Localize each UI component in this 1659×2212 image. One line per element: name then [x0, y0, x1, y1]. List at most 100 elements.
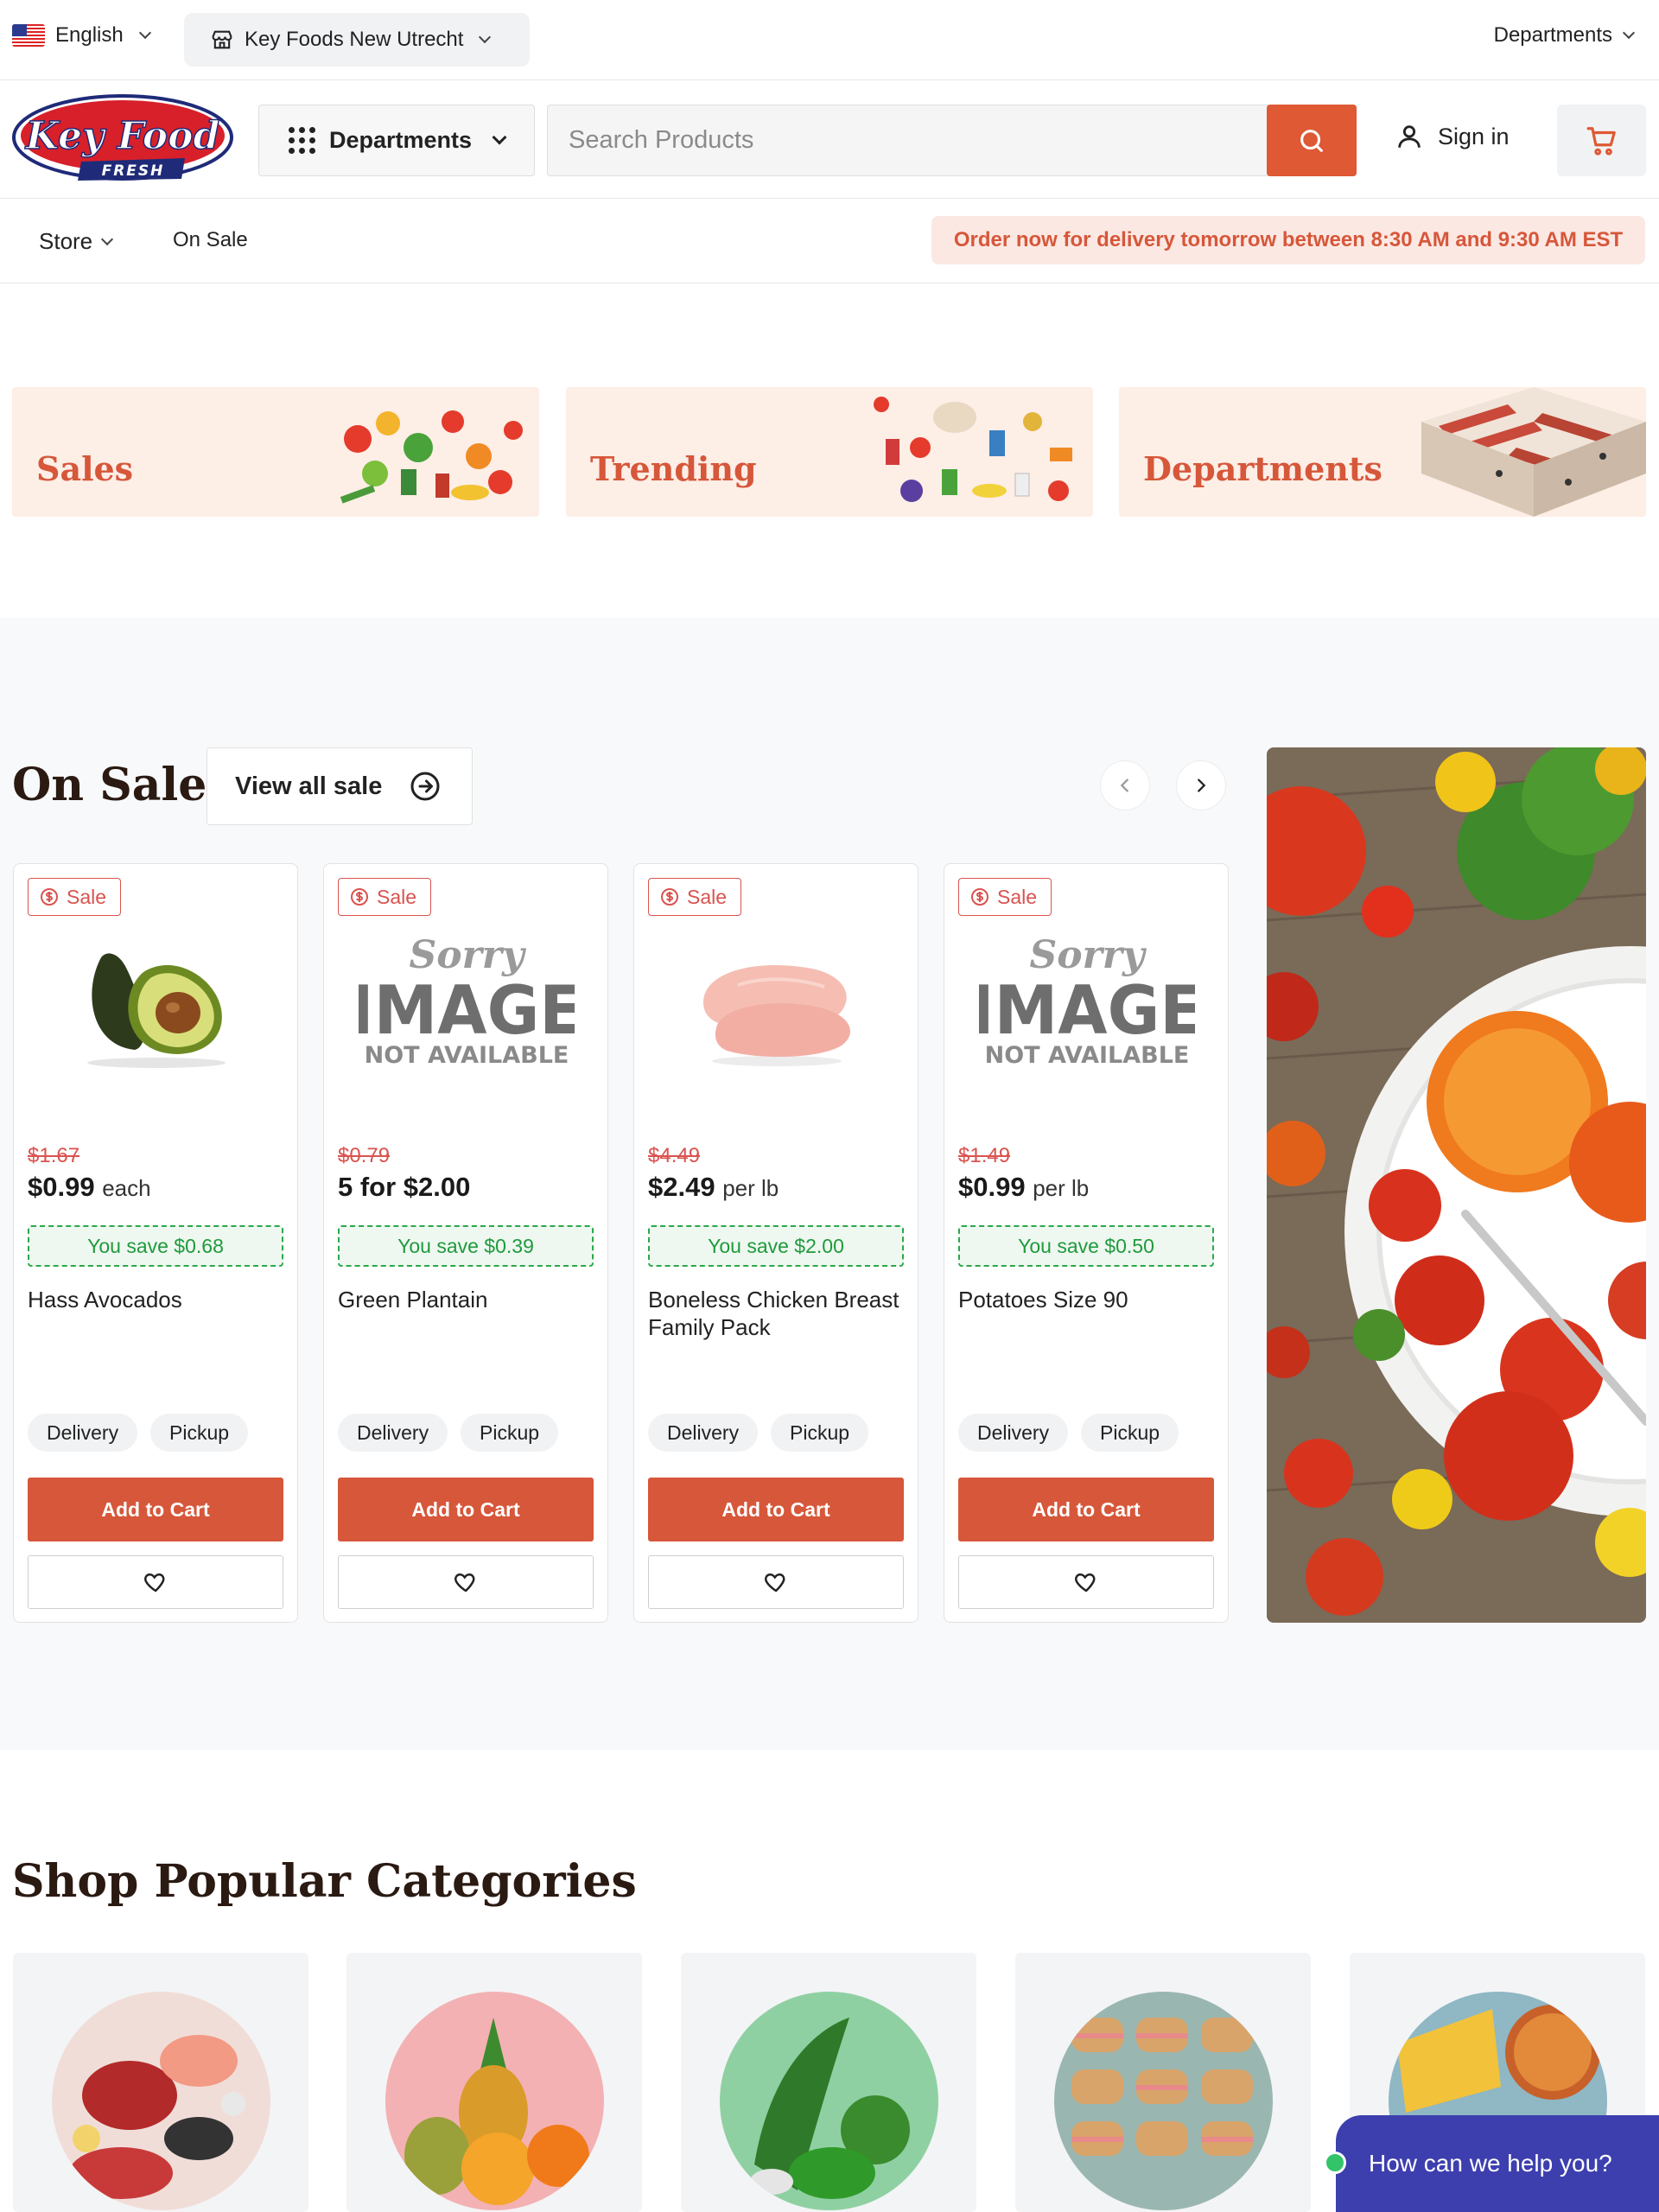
on-sale-link[interactable]: On Sale — [173, 228, 248, 252]
category-card-vegetables[interactable] — [681, 1953, 976, 2212]
sign-in-link[interactable]: Sign in — [1395, 122, 1510, 151]
add-to-cart-button[interactable]: Add to Cart — [648, 1478, 904, 1541]
original-price: $1.67 — [28, 1144, 80, 1167]
product-card[interactable]: Sale Sorry IMAGE NOT AVAILABLE $1.49 $0.… — [944, 863, 1229, 1623]
search-icon — [1300, 129, 1323, 152]
promo-tomatoes-image[interactable] — [1267, 747, 1646, 1623]
grid-dots-icon — [289, 127, 315, 154]
carousel-next-button[interactable] — [1176, 760, 1226, 810]
wishlist-button[interactable] — [338, 1555, 594, 1609]
carousel-prev-button[interactable] — [1100, 760, 1150, 810]
utility-bar: English Key Foods New Utrecht Department… — [0, 0, 1659, 80]
sale-badge-label: Sale — [997, 885, 1038, 908]
sale-badge-label: Sale — [377, 885, 417, 908]
store-menu[interactable]: Store — [39, 228, 114, 255]
product-name[interactable]: Hass Avocados — [28, 1286, 283, 1313]
view-all-sale-button[interactable]: View all sale — [207, 747, 473, 825]
sub-navigation: Store On Sale Order now for delivery tom… — [0, 199, 1659, 283]
category-card-produce[interactable] — [346, 1953, 642, 2212]
store-selector[interactable]: Key Foods New Utrecht — [184, 13, 530, 67]
add-to-cart-button[interactable]: Add to Cart — [28, 1478, 283, 1541]
image-not-available-placeholder: Sorry IMAGE NOT AVAILABLE — [979, 933, 1195, 1069]
sale-badge-label: Sale — [687, 885, 728, 908]
popular-categories-heading: Shop Popular Categories — [12, 1855, 637, 1908]
chevron-down-icon — [492, 130, 507, 144]
store-aisles-illustration — [1421, 387, 1646, 517]
departments-menu-button[interactable]: Departments — [258, 105, 535, 176]
search-input[interactable] — [548, 105, 1265, 175]
online-status-icon — [1324, 2152, 1346, 2174]
pickup-chip: Pickup — [771, 1414, 869, 1452]
image-not-available-placeholder: Sorry IMAGE NOT AVAILABLE — [359, 933, 575, 1069]
product-name[interactable]: Boneless Chicken Breast Family Pack — [648, 1286, 904, 1341]
pickup-chip: Pickup — [461, 1414, 559, 1452]
chicken-breast-image — [703, 964, 850, 1066]
category-card-meat-seafood[interactable] — [13, 1953, 308, 2212]
search-button[interactable] — [1267, 105, 1357, 176]
add-to-cart-button[interactable]: Add to Cart — [338, 1478, 594, 1541]
original-price: $0.79 — [338, 1144, 391, 1167]
sale-badge-label: Sale — [67, 885, 107, 908]
savings-badge: You save $0.68 — [28, 1225, 283, 1267]
user-icon — [1398, 125, 1421, 148]
chevron-down-icon — [101, 232, 114, 245]
sale-badge: Sale — [648, 878, 742, 916]
heart-icon — [454, 1573, 475, 1592]
heart-icon — [144, 1573, 165, 1592]
groceries-illustration — [874, 397, 1072, 502]
original-price: $4.49 — [648, 1144, 701, 1167]
produce-image — [385, 1992, 604, 2210]
departments-button-label: Departments — [329, 127, 473, 153]
product-card[interactable]: Sale Sorry IMAGE NOT AVAILABLE $0.79 5 f… — [323, 863, 608, 1623]
sales-tile[interactable]: Sales — [12, 387, 539, 517]
chevron-left-icon — [1120, 779, 1128, 792]
savings-badge: You save $0.39 — [338, 1225, 594, 1267]
sales-tile-label: Sales — [36, 449, 134, 488]
svg-text:FRESH: FRESH — [102, 162, 165, 180]
store-menu-label: Store — [39, 228, 93, 254]
vegetables-image — [720, 1992, 938, 2210]
sale-price: $0.99 each — [28, 1172, 151, 1202]
svg-text:IMAGE: IMAGE — [359, 971, 575, 1049]
key-food-logo[interactable]: Key Food FRESH — [12, 94, 233, 184]
dollar-circle-icon — [41, 888, 58, 906]
chevron-down-icon — [479, 30, 492, 44]
avocado-image — [87, 953, 226, 1068]
add-to-cart-button[interactable]: Add to Cart — [958, 1478, 1214, 1541]
deli-sandwiches-image — [1054, 1992, 1273, 2210]
pickup-chip: Pickup — [150, 1414, 249, 1452]
view-all-sale-label: View all sale — [235, 772, 383, 800]
product-card[interactable]: Sale $4.49 $2.49 per lb You save $2.00 B… — [633, 863, 918, 1623]
svg-text:IMAGE: IMAGE — [979, 971, 1195, 1049]
delivery-chip: Delivery — [958, 1414, 1069, 1452]
product-name[interactable]: Green Plantain — [338, 1286, 594, 1313]
delivery-window-banner: Order now for delivery tomorrow between … — [931, 216, 1645, 264]
chevron-down-icon — [138, 26, 151, 40]
departments-top-label: Departments — [1493, 23, 1612, 47]
wishlist-button[interactable] — [648, 1555, 904, 1609]
chat-widget[interactable]: How can we help you? — [1336, 2115, 1659, 2212]
product-card[interactable]: Sale $1.67 $0.99 each You save $0.68 Has… — [13, 863, 298, 1623]
departments-tile[interactable]: Departments — [1119, 387, 1646, 517]
category-card-deli[interactable] — [1015, 1953, 1311, 2212]
language-selector[interactable]: English — [12, 23, 151, 48]
chat-prompt: How can we help you? — [1369, 2150, 1612, 2177]
savings-badge: You save $0.50 — [958, 1225, 1214, 1267]
delivery-chip: Delivery — [28, 1414, 138, 1452]
cart-icon — [1586, 126, 1616, 156]
cart-button[interactable] — [1557, 105, 1646, 176]
product-name[interactable]: Potatoes Size 90 — [958, 1286, 1214, 1313]
meat-seafood-image — [52, 1992, 270, 2210]
heart-icon — [765, 1573, 785, 1592]
arrow-right-circle-icon — [410, 772, 440, 801]
dollar-circle-icon — [661, 888, 678, 906]
wishlist-button[interactable] — [28, 1555, 283, 1609]
language-label: English — [55, 23, 124, 47]
sale-price: $0.99 per lb — [958, 1172, 1090, 1202]
delivery-chip: Delivery — [648, 1414, 759, 1452]
trending-tile[interactable]: Trending — [566, 387, 1093, 517]
delivery-chip: Delivery — [338, 1414, 448, 1452]
departments-top-link[interactable]: Departments — [1493, 23, 1636, 48]
wishlist-button[interactable] — [958, 1555, 1214, 1609]
sale-price: $2.49 per lb — [648, 1172, 779, 1202]
